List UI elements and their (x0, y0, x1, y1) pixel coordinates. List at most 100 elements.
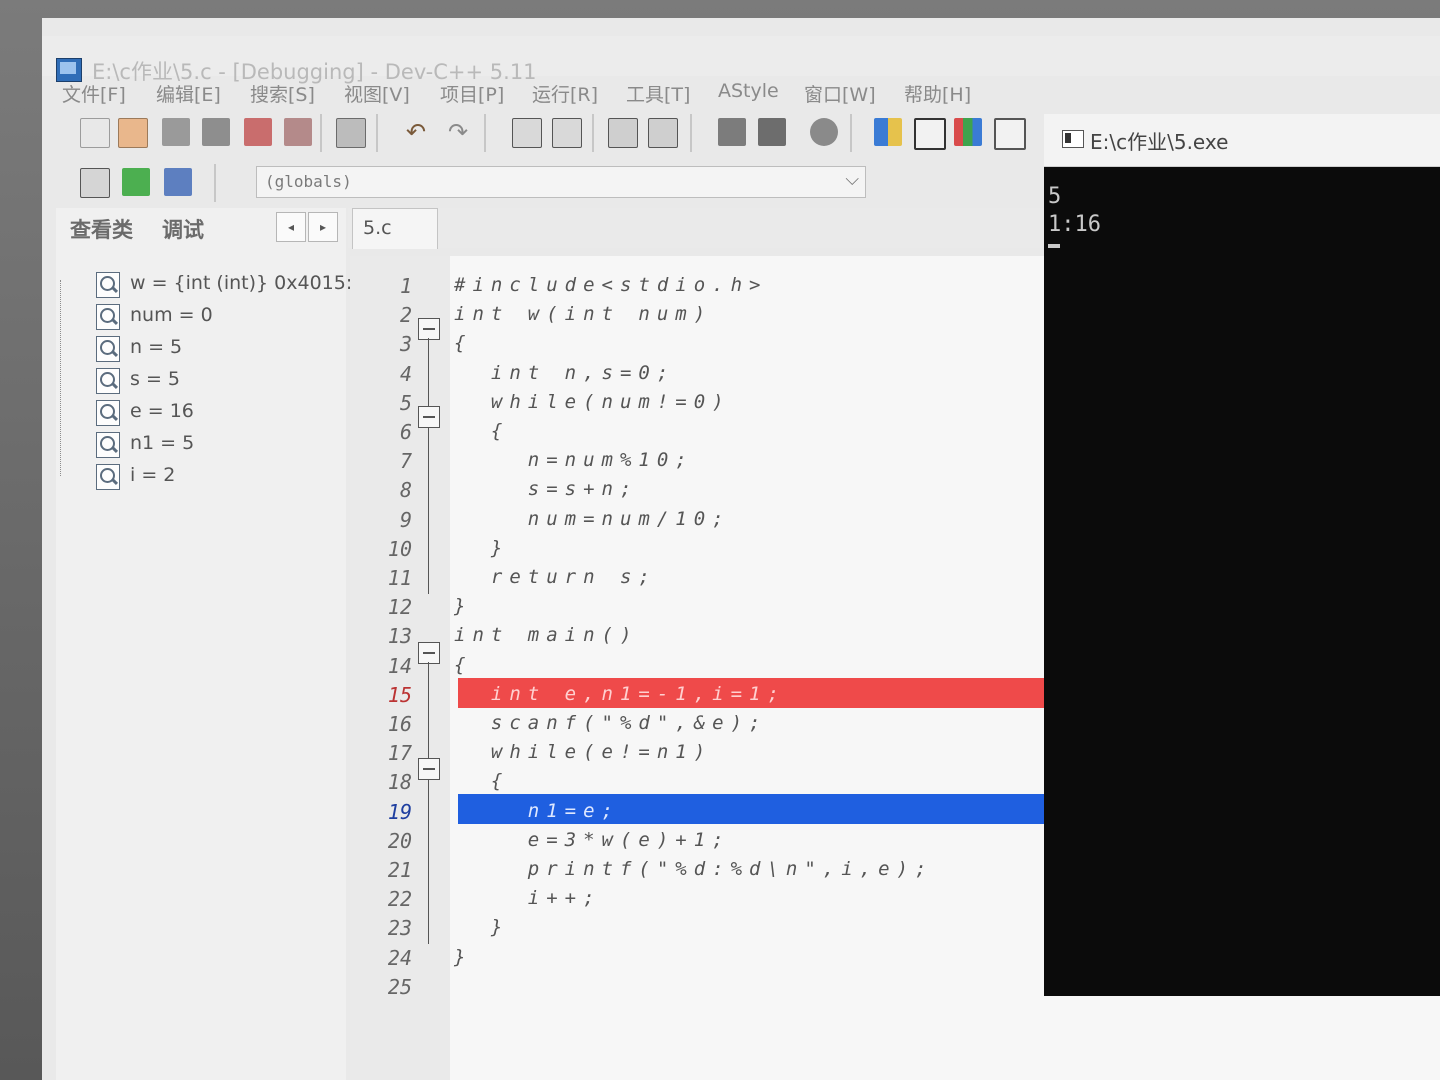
menu-file[interactable]: 文件[F] (62, 80, 126, 107)
line-number[interactable]: 21 (348, 858, 412, 882)
fold-toggle-icon[interactable] (418, 642, 440, 664)
fold-guide (428, 662, 429, 944)
tile-icon[interactable] (874, 118, 902, 146)
title-bar: E:\c作业\5.c - [Debugging] - Dev-C++ 5.11 (42, 36, 1440, 84)
code-line: } (454, 536, 510, 559)
menu-astyle[interactable]: AStyle (718, 80, 779, 102)
menu-run[interactable]: 运行[R] (532, 80, 598, 107)
line-number[interactable]: 16 (348, 712, 412, 736)
window-icon[interactable] (914, 118, 946, 150)
watch-item[interactable]: i = 2 (96, 462, 346, 494)
line-number[interactable]: 9 (348, 508, 412, 532)
chevron-down-icon[interactable]: ⌵ (845, 169, 859, 190)
line-number[interactable]: 18 (348, 770, 412, 794)
save-icon[interactable] (162, 118, 190, 146)
watch-item[interactable]: num = 0 (96, 302, 346, 334)
watch-item[interactable]: s = 5 (96, 366, 346, 398)
scope-select[interactable]: (globals) ⌵ (256, 166, 866, 198)
watch-variable-icon (96, 432, 120, 458)
watch-item[interactable]: e = 16 (96, 398, 346, 430)
watch-item-text: num = 0 (130, 304, 213, 326)
fold-toggle-icon[interactable] (418, 758, 440, 780)
line-number[interactable]: 19 (348, 800, 412, 824)
line-number[interactable]: 7 (348, 449, 412, 473)
code-line: while(e!=n1) (454, 741, 713, 764)
menu-view[interactable]: 视图[V] (344, 80, 410, 107)
fold-toggle-icon[interactable] (418, 406, 440, 428)
code-line: } (454, 916, 510, 939)
fold-toggle-icon[interactable] (418, 318, 440, 340)
tab-debug[interactable]: 调试 (162, 214, 204, 244)
line-number[interactable]: 3 (348, 332, 412, 356)
bookmark-icon[interactable] (164, 168, 192, 196)
console-window[interactable]: E:\c作业\5.exe 5 1:16 (1044, 114, 1440, 996)
goto-icon[interactable] (80, 168, 110, 198)
editor-tab-bar: 5.c (348, 208, 1048, 249)
indent-icon[interactable] (608, 118, 638, 148)
toolbar-separator (850, 114, 852, 152)
tab-next-button[interactable]: ▸ (308, 212, 338, 242)
unindent-icon[interactable] (648, 118, 678, 148)
grid-icon[interactable] (994, 118, 1026, 150)
print-icon[interactable] (336, 118, 366, 148)
debug-icon[interactable] (810, 118, 838, 146)
line-number[interactable]: 4 (348, 362, 412, 386)
line-number[interactable]: 15 (348, 683, 412, 707)
code-line: } (454, 945, 473, 968)
menu-edit[interactable]: 编辑[E] (156, 80, 221, 107)
undo-icon[interactable]: ↶ (402, 118, 430, 146)
watch-variable-icon (96, 368, 120, 394)
replace-icon[interactable] (552, 118, 582, 148)
run-icon[interactable] (758, 118, 786, 146)
code-line: scanf("%d",&e); (454, 712, 768, 734)
file-tab-label: 5.c (363, 217, 392, 239)
watch-variable-icon (96, 336, 120, 362)
toolbar-separator (592, 114, 594, 152)
line-number[interactable]: 10 (348, 537, 412, 561)
menu-tools[interactable]: 工具[T] (626, 80, 690, 107)
code-line: { (454, 770, 510, 793)
find-icon[interactable] (512, 118, 542, 148)
code-line: int n,s=0; (454, 361, 676, 384)
line-number[interactable]: 22 (348, 887, 412, 911)
line-number[interactable]: 5 (348, 391, 412, 415)
line-number[interactable]: 12 (348, 595, 412, 619)
toolbar-separator (214, 164, 216, 202)
redo-icon[interactable]: ↷ (444, 118, 472, 146)
line-number[interactable]: 14 (348, 654, 412, 678)
compile-icon[interactable] (718, 118, 746, 146)
code-line: e=3*w(e)+1; (454, 828, 731, 851)
line-number[interactable]: 2 (348, 303, 412, 327)
watch-variable-icon (96, 272, 120, 298)
line-number[interactable]: 11 (348, 566, 412, 590)
close-all-icon[interactable] (284, 118, 312, 146)
line-number[interactable]: 25 (348, 975, 412, 999)
menu-project[interactable]: 项目[P] (440, 80, 504, 107)
cascade-icon[interactable] (954, 118, 982, 146)
line-number[interactable]: 6 (348, 420, 412, 444)
line-number[interactable]: 1 (348, 274, 412, 298)
tab-5c[interactable]: 5.c (352, 208, 438, 249)
save-all-icon[interactable] (202, 118, 230, 146)
menu-help[interactable]: 帮助[H] (904, 80, 971, 107)
add-watch-icon[interactable] (122, 168, 150, 196)
line-number[interactable]: 20 (348, 829, 412, 853)
code-line: while(num!=0) (454, 390, 731, 413)
open-file-icon[interactable] (118, 118, 148, 148)
watch-item[interactable]: w = {int (int)} 0x4015: (96, 270, 352, 302)
watch-item[interactable]: n = 5 (96, 334, 346, 366)
watch-item[interactable]: n1 = 5 (96, 430, 346, 462)
close-file-icon[interactable] (244, 118, 272, 146)
menu-window[interactable]: 窗口[W] (804, 80, 876, 107)
watch-variable-icon (96, 400, 120, 426)
new-file-icon[interactable] (80, 118, 110, 148)
menu-search[interactable]: 搜索[S] (250, 80, 315, 107)
tab-prev-button[interactable]: ◂ (276, 212, 306, 242)
line-number[interactable]: 17 (348, 741, 412, 765)
line-number[interactable]: 8 (348, 478, 412, 502)
line-number[interactable]: 24 (348, 946, 412, 970)
tab-class-view[interactable]: 查看类 (70, 214, 133, 244)
line-number[interactable]: 13 (348, 624, 412, 648)
code-line: { (454, 420, 510, 442)
line-number[interactable]: 23 (348, 916, 412, 940)
